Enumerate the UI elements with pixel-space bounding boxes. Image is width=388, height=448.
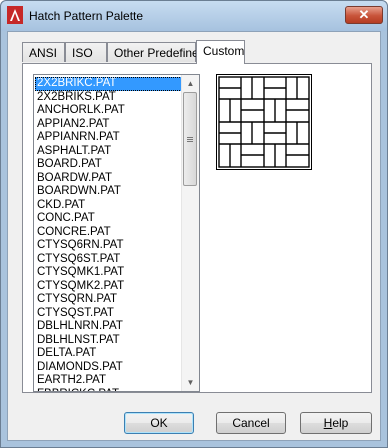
dialog-client-area: ANSI ISO Other Predefined Custom 2X2BRIK… (7, 31, 381, 441)
pattern-list-item[interactable]: FBBRICKC.PAT (35, 388, 182, 392)
pattern-list-item[interactable]: DBLHLNRN.PAT (35, 320, 182, 334)
pattern-list-item[interactable]: APPIAN2.PAT (35, 118, 182, 132)
tab-label: ISO (72, 46, 93, 60)
pattern-list-item[interactable]: EARTH2.PAT (35, 374, 182, 388)
scroll-down-arrow-icon[interactable]: ▼ (182, 374, 199, 391)
help-button-label: elp (332, 416, 349, 430)
pattern-list-scrollbar[interactable]: ▲ ▼ (181, 75, 199, 391)
autocad-icon (7, 6, 23, 24)
close-icon: ✕ (358, 7, 370, 22)
pattern-list-item[interactable]: CTYSQRN.PAT (35, 293, 182, 307)
pattern-list-item[interactable]: BOARD.PAT (35, 158, 182, 172)
pattern-list-item[interactable]: BOARDWN.PAT (35, 185, 182, 199)
pattern-list-items: 2X2BRIKC.PAT 2X2BRIKS.PAT ANCHORLK.PAT APPI… (35, 77, 182, 392)
window-title: Hatch Pattern Palette (29, 9, 144, 23)
custom-tab-panel: 2X2BRIKC.PAT 2X2BRIKS.PAT ANCHORLK.PAT APPI… (22, 63, 372, 393)
pattern-list-item[interactable]: 2X2BRIKC.PAT (35, 77, 182, 91)
pattern-list-item[interactable]: CONCRE.PAT (35, 226, 182, 240)
tab-other-predefined[interactable]: Other Predefined (107, 42, 205, 62)
tab-label: Custom (203, 44, 245, 58)
tab-iso[interactable]: ISO (65, 42, 107, 62)
pattern-list[interactable]: 2X2BRIKC.PAT 2X2BRIKS.PAT ANCHORLK.PAT APPI… (33, 74, 200, 392)
close-button[interactable]: ✕ (345, 6, 383, 24)
tab-custom[interactable]: Custom (196, 40, 245, 64)
hatch-pattern-palette-window: Hatch Pattern Palette ✕ ANSI ISO Other P… (0, 0, 388, 448)
ok-button[interactable]: OK (124, 412, 194, 434)
pattern-list-item[interactable]: CTYSQ6RN.PAT (35, 239, 182, 253)
pattern-list-item[interactable]: APPIANRN.PAT (35, 131, 182, 145)
ok-button-label: OK (150, 416, 168, 430)
pattern-list-item[interactable]: CTYSQ6ST.PAT (35, 253, 182, 267)
cancel-button[interactable]: Cancel (216, 412, 286, 434)
pattern-list-item[interactable]: DIAMONDS.PAT (35, 361, 182, 375)
scroll-up-arrow-icon[interactable]: ▲ (182, 75, 199, 92)
pattern-list-item[interactable]: CTYSQMK1.PAT (35, 266, 182, 280)
tab-label: Other Predefined (114, 46, 206, 60)
pattern-list-item[interactable]: 2X2BRIKS.PAT (35, 91, 182, 105)
pattern-list-item[interactable]: CTYSQST.PAT (35, 307, 182, 321)
tab-ansi[interactable]: ANSI (22, 42, 65, 62)
tab-label: ANSI (29, 46, 58, 60)
pattern-list-item[interactable]: CONC.PAT (35, 212, 182, 226)
pattern-list-item[interactable]: CKD.PAT (35, 199, 182, 213)
pattern-list-item[interactable]: DBLHLNST.PAT (35, 334, 182, 348)
brick-pattern-swatch (218, 76, 310, 168)
pattern-preview (216, 74, 312, 170)
pattern-list-item[interactable]: CTYSQMK2.PAT (35, 280, 182, 294)
help-button[interactable]: Help (300, 412, 372, 434)
pattern-list-item[interactable]: ASPHALT.PAT (35, 145, 182, 159)
scrollbar-thumb[interactable] (183, 92, 197, 186)
pattern-list-item[interactable]: BOARDW.PAT (35, 172, 182, 186)
pattern-list-item[interactable]: DELTA.PAT (35, 347, 182, 361)
pattern-list-item[interactable]: ANCHORLK.PAT (35, 104, 182, 118)
cancel-button-label: Cancel (232, 416, 270, 430)
title-bar[interactable]: Hatch Pattern Palette ✕ (1, 1, 387, 31)
